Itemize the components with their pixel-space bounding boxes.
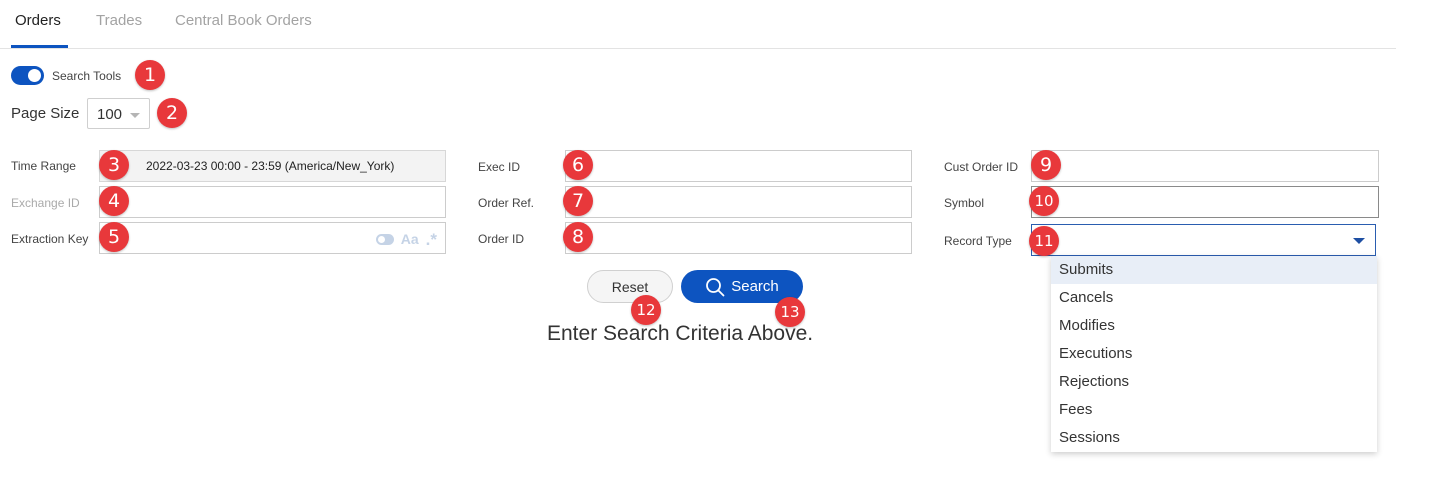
exec-id-input[interactable] [565, 150, 912, 182]
search-button-label: Search [731, 278, 779, 295]
marker-5: 5 [99, 222, 129, 252]
marker-9: 9 [1031, 150, 1061, 180]
toggle-knob [28, 69, 41, 82]
time-range-field[interactable]: 2022-03-23 00:00 - 23:59 (America/New_Yo… [99, 150, 446, 182]
marker-8: 8 [563, 222, 593, 252]
marker-2: 2 [157, 98, 187, 128]
chevron-down-icon [1353, 238, 1365, 244]
marker-12: 12 [631, 295, 661, 325]
chevron-down-icon [130, 113, 140, 118]
search-tools-label: Search Tools [52, 69, 122, 83]
tab-trades[interactable]: Trades [96, 12, 142, 29]
search-tools-toggle[interactable] [11, 66, 44, 85]
marker-7: 7 [563, 186, 593, 216]
exchange-id-input[interactable] [99, 186, 446, 218]
match-case-icon[interactable]: Aa [401, 231, 419, 247]
record-type-option-cancels[interactable]: Cancels [1051, 284, 1377, 312]
record-type-label: Record Type [944, 234, 1012, 248]
symbol-label: Symbol [944, 196, 985, 210]
page-size-label: Page Size [11, 105, 80, 122]
marker-4: 4 [99, 186, 129, 216]
page-size-value: 100 [97, 106, 123, 123]
marker-11: 11 [1029, 226, 1059, 256]
regex-icon[interactable]: .* [426, 231, 437, 248]
marker-1: 1 [135, 60, 165, 90]
record-type-option-sessions[interactable]: Sessions [1051, 424, 1377, 452]
cust-order-id-label: Cust Order ID [944, 160, 1019, 174]
tab-central-book-orders[interactable]: Central Book Orders [175, 12, 312, 29]
page-size-select[interactable]: 100 [87, 98, 150, 129]
empty-state-message: Enter Search Criteria Above. [547, 322, 814, 345]
record-type-select[interactable] [1031, 224, 1376, 256]
marker-13: 13 [775, 297, 805, 327]
record-type-option-submits[interactable]: Submits [1051, 256, 1377, 284]
marker-10: 10 [1029, 186, 1059, 216]
exec-id-label: Exec ID [478, 160, 521, 174]
order-id-label: Order ID [478, 232, 525, 246]
tab-bar: Orders Trades Central Book Orders [0, 0, 1396, 49]
time-range-label: Time Range [11, 159, 76, 173]
marker-6: 6 [563, 150, 593, 180]
record-type-option-fees[interactable]: Fees [1051, 396, 1377, 424]
order-ref-label: Order Ref. [478, 196, 535, 210]
active-tab-indicator [11, 45, 68, 48]
order-ref-input[interactable] [565, 186, 912, 218]
time-range-value: 2022-03-23 00:00 - 23:59 (America/New_Yo… [146, 159, 395, 173]
record-type-option-modifies[interactable]: Modifies [1051, 312, 1377, 340]
record-type-option-executions[interactable]: Executions [1051, 340, 1377, 368]
symbol-input[interactable] [1031, 186, 1379, 218]
record-type-dropdown: Submits Cancels Modifies Executions Reje… [1051, 256, 1377, 452]
record-type-option-rejections[interactable]: Rejections [1051, 368, 1377, 396]
exchange-id-label: Exchange ID [11, 196, 80, 210]
toggle-icon[interactable] [375, 233, 394, 245]
cust-order-id-input[interactable] [1031, 150, 1379, 182]
reset-button[interactable]: Reset [587, 270, 673, 303]
tab-orders[interactable]: Orders [15, 12, 61, 29]
order-id-input[interactable] [565, 222, 912, 254]
search-icon [706, 277, 725, 296]
extraction-key-options: Aa .* [375, 229, 437, 249]
extraction-key-input[interactable]: Aa .* [99, 222, 446, 254]
marker-3: 3 [99, 150, 129, 180]
extraction-key-label: Extraction Key [11, 232, 89, 246]
